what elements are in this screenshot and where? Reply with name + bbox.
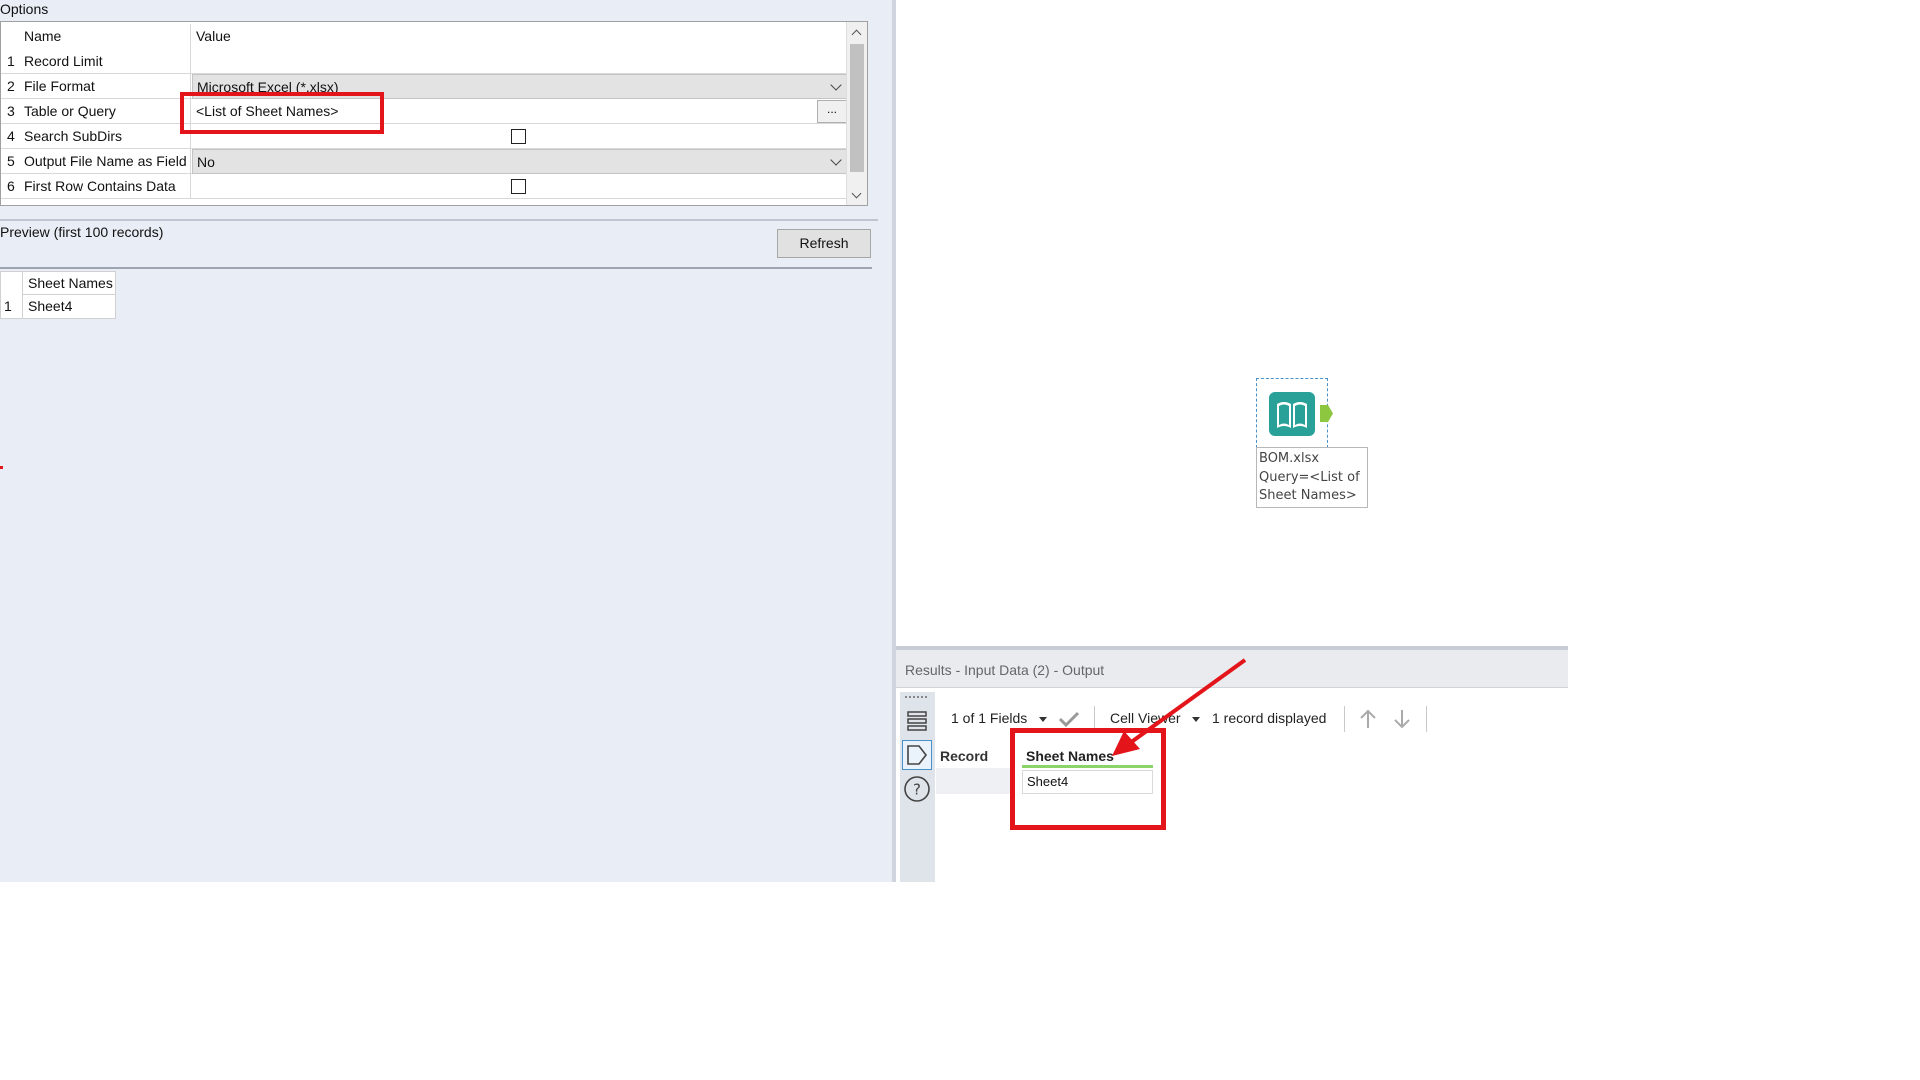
tool-label-line: BOM.xlsx: [1259, 451, 1320, 466]
preview-cell[interactable]: Sheet4: [22, 295, 116, 318]
chevron-down-icon[interactable]: [830, 154, 842, 166]
chevron-down-icon[interactable]: [830, 79, 842, 91]
svg-text:?: ?: [913, 781, 921, 799]
first-row-data-cell: [192, 174, 847, 199]
row-number: 1: [7, 53, 15, 69]
option-name: File Format: [21, 74, 191, 99]
option-name: Table or Query: [21, 99, 191, 124]
name-column-header: Name: [21, 24, 191, 49]
row-number: 4: [7, 128, 15, 144]
caret-down-icon[interactable]: [1039, 717, 1047, 722]
row-number: 5: [7, 153, 15, 169]
preview-area: [0, 269, 872, 882]
annotation-highlight-box: [180, 92, 384, 134]
search-subdirs-checkbox[interactable]: [511, 129, 526, 144]
row-number: 1: [4, 298, 12, 314]
record-column-header: Record: [940, 748, 989, 764]
option-row-output-file-name[interactable]: 5 Output File Name as Field No: [1, 149, 847, 174]
output-anchor-icon[interactable]: [1320, 405, 1333, 422]
option-name: Output File Name as Field: [21, 149, 191, 174]
help-icon[interactable]: ?: [903, 775, 931, 803]
scrollbar-thumb[interactable]: [850, 44, 864, 172]
record-column: [936, 768, 1012, 794]
arrow-up-icon[interactable]: [1358, 708, 1378, 730]
metadata-tag-icon[interactable]: [902, 740, 932, 770]
tool-annotation-label: BOM.xlsx Query=<List of Sheet Names>: [1256, 447, 1368, 508]
option-row-file-format[interactable]: 2 File Format Microsoft Excel (*.xlsx): [1, 74, 847, 99]
tool-label-line: Sheet Names>: [1259, 488, 1357, 503]
options-grid: Name Value 1 Record Limit 2 File Format …: [0, 21, 868, 206]
toolbar-divider: [1344, 706, 1345, 732]
tool-label-line: Query=<List of: [1259, 469, 1360, 485]
option-row-first-row-data[interactable]: 6 First Row Contains Data: [1, 174, 847, 199]
arrow-down-icon[interactable]: [1392, 708, 1412, 730]
option-row-search-subdirs[interactable]: 4 Search SubDirs: [1, 124, 847, 149]
refresh-button[interactable]: Refresh: [777, 229, 871, 258]
browse-button[interactable]: ...: [817, 100, 847, 123]
record-limit-input[interactable]: [192, 49, 847, 74]
output-file-name-dropdown[interactable]: No: [192, 149, 847, 174]
grip-icon[interactable]: [905, 696, 927, 701]
first-row-data-checkbox[interactable]: [511, 179, 526, 194]
book-icon[interactable]: [1269, 392, 1315, 436]
option-row-record-limit[interactable]: 1 Record Limit: [1, 49, 847, 74]
preview-label: Preview (first 100 records): [0, 224, 164, 240]
toolbar-divider: [1426, 706, 1427, 732]
fields-selector[interactable]: 1 of 1 Fields: [951, 710, 1027, 726]
preview-column-header[interactable]: Sheet Names: [22, 272, 116, 295]
workflow-canvas[interactable]: [896, 0, 1568, 646]
output-file-name-value: No: [197, 154, 215, 170]
annotation-mark: [0, 466, 3, 469]
options-grid-header: Name Value: [1, 22, 847, 49]
option-name: Record Limit: [21, 49, 191, 74]
scroll-up-icon[interactable]: [851, 29, 862, 40]
row-number: 6: [7, 178, 15, 194]
preview-table: Sheet Names 1 Sheet4: [0, 271, 116, 319]
option-name: First Row Contains Data: [21, 174, 191, 199]
list-view-icon[interactable]: [904, 708, 930, 734]
results-title: Results - Input Data (2) - Output: [905, 662, 1105, 678]
option-row-table-or-query[interactable]: 3 Table or Query <List of Sheet Names> .…: [1, 99, 847, 124]
scroll-down-icon[interactable]: [851, 188, 862, 199]
value-column-header: Value: [196, 28, 231, 44]
options-scrollbar[interactable]: [846, 22, 867, 205]
options-label: Options: [0, 1, 49, 17]
row-number: 2: [7, 78, 15, 94]
annotation-arrow-icon: [1112, 658, 1247, 756]
option-name: Search SubDirs: [21, 124, 191, 149]
divider: [0, 219, 878, 221]
checkmark-icon[interactable]: [1058, 710, 1080, 728]
row-number: 3: [7, 103, 15, 119]
